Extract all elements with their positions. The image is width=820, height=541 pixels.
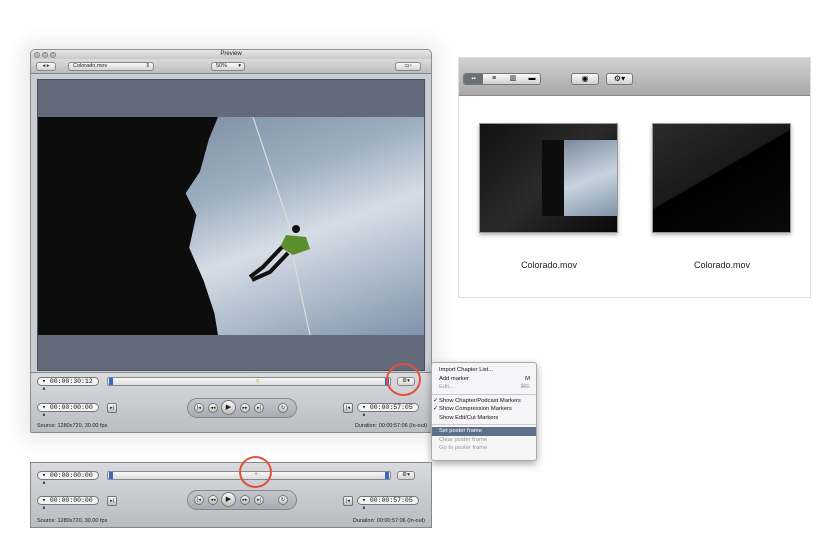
climber-image [248, 117, 311, 335]
out-timecode[interactable]: ▾ 00:00:57:05 ▴ [357, 496, 419, 511]
scrubber-bar[interactable]: ▿ [107, 377, 391, 386]
set-in-icon[interactable]: ▸| [107, 403, 117, 413]
zoom-select[interactable]: 50% ▾ [211, 62, 245, 71]
go-to-start-icon[interactable]: |◂ [194, 495, 204, 505]
select-arrows-icon: ⇕ [145, 63, 150, 69]
set-out-icon[interactable]: |◂ [343, 496, 353, 506]
loop-icon[interactable]: ↻ [278, 495, 288, 505]
duration-info: Duration: 00:00:57:06 (In-out) [354, 423, 427, 429]
highlight-circle [239, 456, 272, 488]
play-icon[interactable]: ▶ [221, 400, 236, 415]
duration-info: Duration: 00:00:57:06 (In-out) [352, 518, 425, 524]
transport-controls: ▾ 00:00:30:12 ▴ ▿ ⚙▾ ▾ 00:00:00:00 ▴ ▸| … [31, 372, 431, 432]
go-to-end-icon[interactable]: ▸| [254, 403, 264, 413]
current-timecode[interactable]: ▾ 00:00:00:00 ▴ [37, 471, 99, 486]
gear-context-menu: Import Chapter List... Add marker M Edit.… [431, 362, 537, 461]
minimize-button[interactable] [42, 51, 48, 58]
in-point-handle[interactable] [109, 472, 113, 479]
highlight-circle [386, 363, 421, 396]
out-timecode[interactable]: ▾ 00:00:57:05 ▴ [357, 403, 419, 418]
play-icon[interactable]: ▶ [221, 492, 236, 507]
go-to-end-icon[interactable]: ▸| [254, 495, 264, 505]
playback-controls: |◂ ◂◂ ▶ ▸▸ ▸| ↻ [187, 490, 297, 510]
view-mode-segmented-control[interactable]: ▪▪ ≡ ▥ ▬ [463, 73, 541, 85]
column-view-icon[interactable]: ▥ [504, 74, 522, 84]
in-point-handle[interactable] [109, 378, 113, 385]
rewind-icon[interactable]: ◂◂ [208, 495, 218, 505]
close-button[interactable] [34, 51, 40, 58]
file-label: Colorado.mov [693, 260, 751, 270]
poster-frame-image [542, 140, 617, 216]
loop-icon[interactable]: ↻ [278, 403, 288, 413]
go-to-start-icon[interactable]: |◂ [194, 403, 204, 413]
video-stage [37, 79, 425, 371]
fast-forward-icon[interactable]: ▸▸ [240, 495, 250, 505]
fast-forward-icon[interactable]: ▸▸ [240, 403, 250, 413]
quick-look-icon[interactable]: ◉ [571, 73, 599, 85]
source-info: Source: 1280x720, 30.00 fps [37, 423, 108, 429]
file-label: Colorado.mov [520, 260, 578, 270]
list-view-icon[interactable]: ≡ [485, 74, 503, 84]
nav-arrows-button[interactable]: ◂ ▸ [36, 62, 56, 71]
menu-item-clear-poster-frame[interactable]: Clear poster frame [432, 436, 536, 445]
checkmark-icon: ✓ [433, 406, 438, 412]
menu-item-edit[interactable]: Edit... ⌘E [432, 383, 536, 392]
menu-item-show-chapter-markers[interactable]: ✓ Show Chapter/Podcast Markers [432, 397, 536, 406]
source-info: Source: 1280x720, 30.00 fps [37, 518, 108, 524]
menu-item-set-poster-frame[interactable]: Set poster frame [432, 427, 536, 436]
preview-toolbar: ◂ ▸ Colorado.mov ⇕ 50% ▾ ▭▫ [31, 59, 431, 74]
playhead-icon[interactable]: ▿ [256, 377, 260, 385]
cliff-silhouette [542, 140, 564, 216]
menu-item-show-edit-markers[interactable]: Show Edit/Cut Markers [432, 414, 536, 423]
action-gear-icon[interactable]: ⚙▾ [606, 73, 633, 85]
title-bar: Preview [31, 50, 431, 59]
finder-toolbar: ▪▪ ≡ ▥ ▬ ◉ ⚙▾ [459, 58, 810, 96]
checkmark-icon: ✓ [433, 397, 438, 404]
menu-separator [432, 393, 536, 395]
chevron-down-icon: ▾ [238, 63, 241, 69]
set-out-icon[interactable]: |◂ [343, 403, 353, 413]
set-in-icon[interactable]: ▸| [107, 496, 117, 506]
menu-item-add-marker[interactable]: Add marker M [432, 375, 536, 384]
gear-menu-button[interactable]: ⚙▾ [397, 471, 415, 480]
preview-window: Preview ◂ ▸ Colorado.mov ⇕ 50% ▾ ▭▫ ▾ 00:0… [30, 49, 432, 433]
view-toggle-button[interactable]: ▭▫ [395, 62, 421, 71]
video-frame [38, 117, 424, 335]
menu-item-go-to-poster-frame[interactable]: Go to poster frame [432, 444, 536, 453]
menu-separator [432, 424, 536, 425]
thumbnail-blank[interactable] [652, 123, 791, 233]
cover-flow-icon[interactable]: ▬ [523, 74, 541, 84]
menu-item-show-compression-markers[interactable]: ✓ Show Compression Markers [432, 405, 536, 414]
current-timecode[interactable]: ▾ 00:00:30:12 ▴ [37, 377, 99, 392]
thumbnail-with-poster[interactable] [479, 123, 618, 233]
in-timecode[interactable]: ▾ 00:00:00:00 ▴ [37, 403, 99, 418]
preview-controls-strip: ▾ 00:00:00:00 ▴ + ⚙▾ ▾ 00:00:00:00 ▴ ▸| … [30, 462, 432, 528]
playback-controls: |◂ ◂◂ ▶ ▸▸ ▸| ↻ [187, 398, 297, 418]
file-select[interactable]: Colorado.mov ⇕ [68, 62, 154, 71]
window-title: Preview [220, 51, 242, 57]
out-point-handle[interactable] [385, 472, 389, 479]
rewind-icon[interactable]: ◂◂ [208, 403, 218, 413]
menu-item-import-chapter-list[interactable]: Import Chapter List... [432, 366, 536, 375]
icon-view-icon[interactable]: ▪▪ [464, 74, 483, 84]
zoom-button[interactable] [50, 51, 56, 58]
finder-window: ▪▪ ≡ ▥ ▬ ◉ ⚙▾ Colorado.mov Colorado.mov [459, 58, 810, 297]
in-timecode[interactable]: ▾ 00:00:00:00 ▴ [37, 496, 99, 511]
